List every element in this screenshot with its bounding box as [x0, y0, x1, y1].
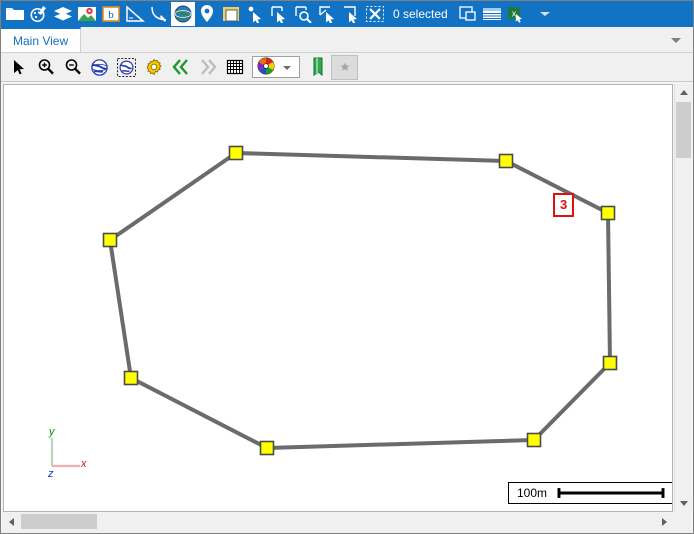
crop-select-icon[interactable] — [339, 2, 363, 26]
tab-bar: Main View — [1, 27, 693, 53]
select-pointer-tool[interactable] — [5, 55, 32, 80]
scroll-right-chevron-right-icon[interactable] — [656, 513, 673, 530]
tab-label: Main View — [13, 33, 69, 48]
zoom-selection-tool[interactable] — [113, 55, 140, 80]
polygon-edge[interactable] — [606, 212, 612, 364]
angle-measure-icon[interactable] — [123, 2, 147, 26]
vertical-scrollbar[interactable] — [674, 84, 692, 512]
previous-view-tool[interactable] — [167, 55, 194, 80]
favorites-tool — [331, 54, 358, 80]
polygon-vertex-handle[interactable] — [498, 153, 514, 169]
scroll-down-chevron-down-icon[interactable] — [675, 495, 692, 512]
polygon-edge[interactable] — [130, 376, 268, 450]
tab-bar-spacer — [81, 27, 665, 52]
scroll-left-chevron-left-icon[interactable] — [3, 513, 20, 530]
axis-label-y: y — [49, 426, 55, 438]
scale-bar-label: 100m — [517, 486, 548, 500]
polygon-vertex-handle[interactable] — [102, 232, 118, 248]
horizontal-scrollbar-thumb[interactable] — [21, 514, 97, 529]
window-bottom-strip — [1, 530, 693, 533]
curve-measure-icon[interactable] — [147, 2, 171, 26]
polygon-vertex-handle[interactable] — [602, 355, 618, 371]
view-settings-tool[interactable] — [140, 55, 167, 80]
color-scheme-combo[interactable] — [252, 56, 300, 78]
zoom-out-tool[interactable] — [59, 55, 86, 80]
rect-select-zoom-icon[interactable] — [291, 2, 315, 26]
polygon-vertex-handle[interactable] — [526, 432, 542, 448]
scale-bar: 100m — [508, 482, 672, 504]
lasso-select-icon[interactable] — [315, 2, 339, 26]
polygon-edge[interactable] — [532, 361, 612, 442]
place-marker-icon[interactable] — [195, 2, 219, 26]
polygon-graphics — [102, 145, 618, 456]
polygon-vertex-handle[interactable] — [259, 440, 275, 456]
open-folder-icon[interactable] — [3, 2, 27, 26]
bookmark-tool[interactable] — [304, 55, 331, 80]
polygon-edge[interactable] — [108, 239, 133, 379]
annotation-label-3[interactable]: 3 — [553, 193, 575, 217]
color-combo-chevron-down-icon[interactable] — [282, 60, 292, 74]
tab-overflow-chevron-down-icon[interactable] — [665, 27, 693, 52]
map-canvas[interactable]: 3 y x z 100m — [3, 84, 673, 512]
overflow-chevron-icon[interactable] — [533, 2, 557, 26]
boundary-polygon-edges — [108, 151, 612, 450]
scrollbar-corner — [674, 513, 691, 530]
scroll-up-chevron-up-icon[interactable] — [675, 84, 692, 101]
application-window: b 0 selected x Main View 3 y x z 100m — [0, 0, 694, 534]
axis-label-z: z — [48, 468, 54, 480]
scale-bar-graphic — [557, 488, 665, 498]
window-region-icon[interactable] — [219, 2, 243, 26]
layers-icon[interactable] — [51, 2, 75, 26]
blocks-icon[interactable]: b — [99, 2, 123, 26]
main-toolbar: b 0 selected x — [1, 1, 693, 27]
color-wheel-icon — [256, 56, 276, 79]
zoom-extents-tool[interactable] — [86, 55, 113, 80]
rect-select-add-icon[interactable] — [267, 2, 291, 26]
style-palette-icon[interactable] — [27, 2, 51, 26]
zoom-in-tool[interactable] — [32, 55, 59, 80]
polygon-edge[interactable] — [235, 151, 507, 163]
grid-toggle-tool[interactable] — [221, 55, 248, 80]
horizontal-scrollbar[interactable] — [3, 513, 673, 530]
vertical-scrollbar-thumb[interactable] — [676, 102, 691, 158]
globe-view-icon[interactable] — [171, 2, 195, 26]
clear-selection-icon[interactable] — [363, 2, 387, 26]
next-view-tool — [194, 55, 221, 80]
table-view-icon[interactable] — [480, 2, 504, 26]
polygon-vertex-handle[interactable] — [600, 205, 616, 221]
polygon-edge[interactable] — [108, 151, 238, 242]
axis-label-x: x — [81, 458, 87, 470]
copy-selection-icon[interactable] — [456, 2, 480, 26]
tab-main-view[interactable]: Main View — [1, 27, 82, 52]
map-image-icon[interactable] — [75, 2, 99, 26]
svg-text:b: b — [108, 9, 114, 21]
axis-orientation-indicator: y x z — [44, 426, 90, 480]
point-select-icon[interactable] — [243, 2, 267, 26]
polygon-edge[interactable] — [266, 438, 535, 450]
selection-status-label: 0 selected — [393, 7, 448, 21]
polygon-vertex-handle[interactable] — [123, 370, 139, 386]
export-excel-icon[interactable]: x — [504, 2, 528, 26]
view-toolbar — [1, 53, 693, 82]
polygon-vertex-handle[interactable] — [228, 145, 244, 161]
